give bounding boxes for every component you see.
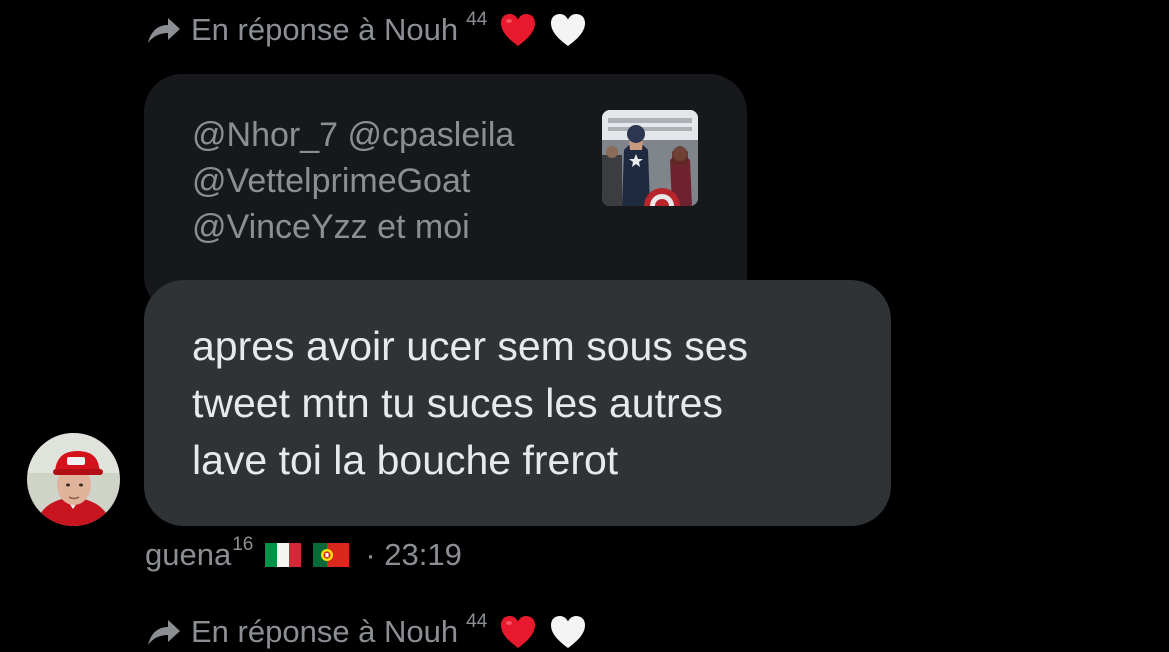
- white-heart-icon: [549, 12, 587, 48]
- message-line: lave toi la bouche frerot: [192, 437, 619, 483]
- reply-context-badge: 44: [466, 9, 488, 30]
- quoted-media-thumbnail[interactable]: [602, 110, 698, 206]
- reply-context-label: En réponse à Nouh: [191, 12, 459, 47]
- quoted-line: @VinceYzz et moi: [192, 208, 470, 246]
- italy-flag-icon: [265, 543, 302, 567]
- message-text: apres avoir ucer sem sous ses tweet mtn …: [192, 318, 748, 489]
- sender-name[interactable]: guena: [145, 537, 231, 573]
- quoted-line: @Nhor_7 @cpasleila: [192, 116, 515, 154]
- reply-context-bottom[interactable]: En réponse à Nouh 44: [146, 611, 587, 652]
- red-heart-icon: [499, 12, 537, 48]
- reply-arrow-icon: [148, 18, 180, 43]
- reply-context-label: En réponse à Nouh: [191, 614, 459, 649]
- message-line: tweet mtn tu suces les autres: [192, 380, 723, 426]
- reply-arrow-icon: [148, 620, 180, 645]
- message-line: apres avoir ucer sem sous ses: [192, 323, 749, 369]
- reply-context-badge: 44: [466, 611, 488, 632]
- white-heart-icon: [549, 614, 587, 650]
- message-timestamp: · 23:19: [365, 537, 462, 572]
- portugal-flag-icon: [313, 543, 350, 567]
- quoted-message-bubble[interactable]: @Nhor_7 @cpasleila @VettelprimeGoat @Vin…: [144, 74, 747, 314]
- quoted-message-text: @Nhor_7 @cpasleila @VettelprimeGoat @Vin…: [192, 112, 514, 250]
- message-meta: guena 16 · 23:19: [145, 534, 462, 575]
- sender-badge: 16: [232, 534, 254, 555]
- red-heart-icon: [499, 614, 537, 650]
- user-avatar[interactable]: [27, 433, 120, 526]
- message-bubble[interactable]: apres avoir ucer sem sous ses tweet mtn …: [144, 280, 891, 526]
- quoted-line: @VettelprimeGoat: [192, 162, 471, 200]
- reply-context-top[interactable]: En réponse à Nouh 44: [146, 9, 587, 50]
